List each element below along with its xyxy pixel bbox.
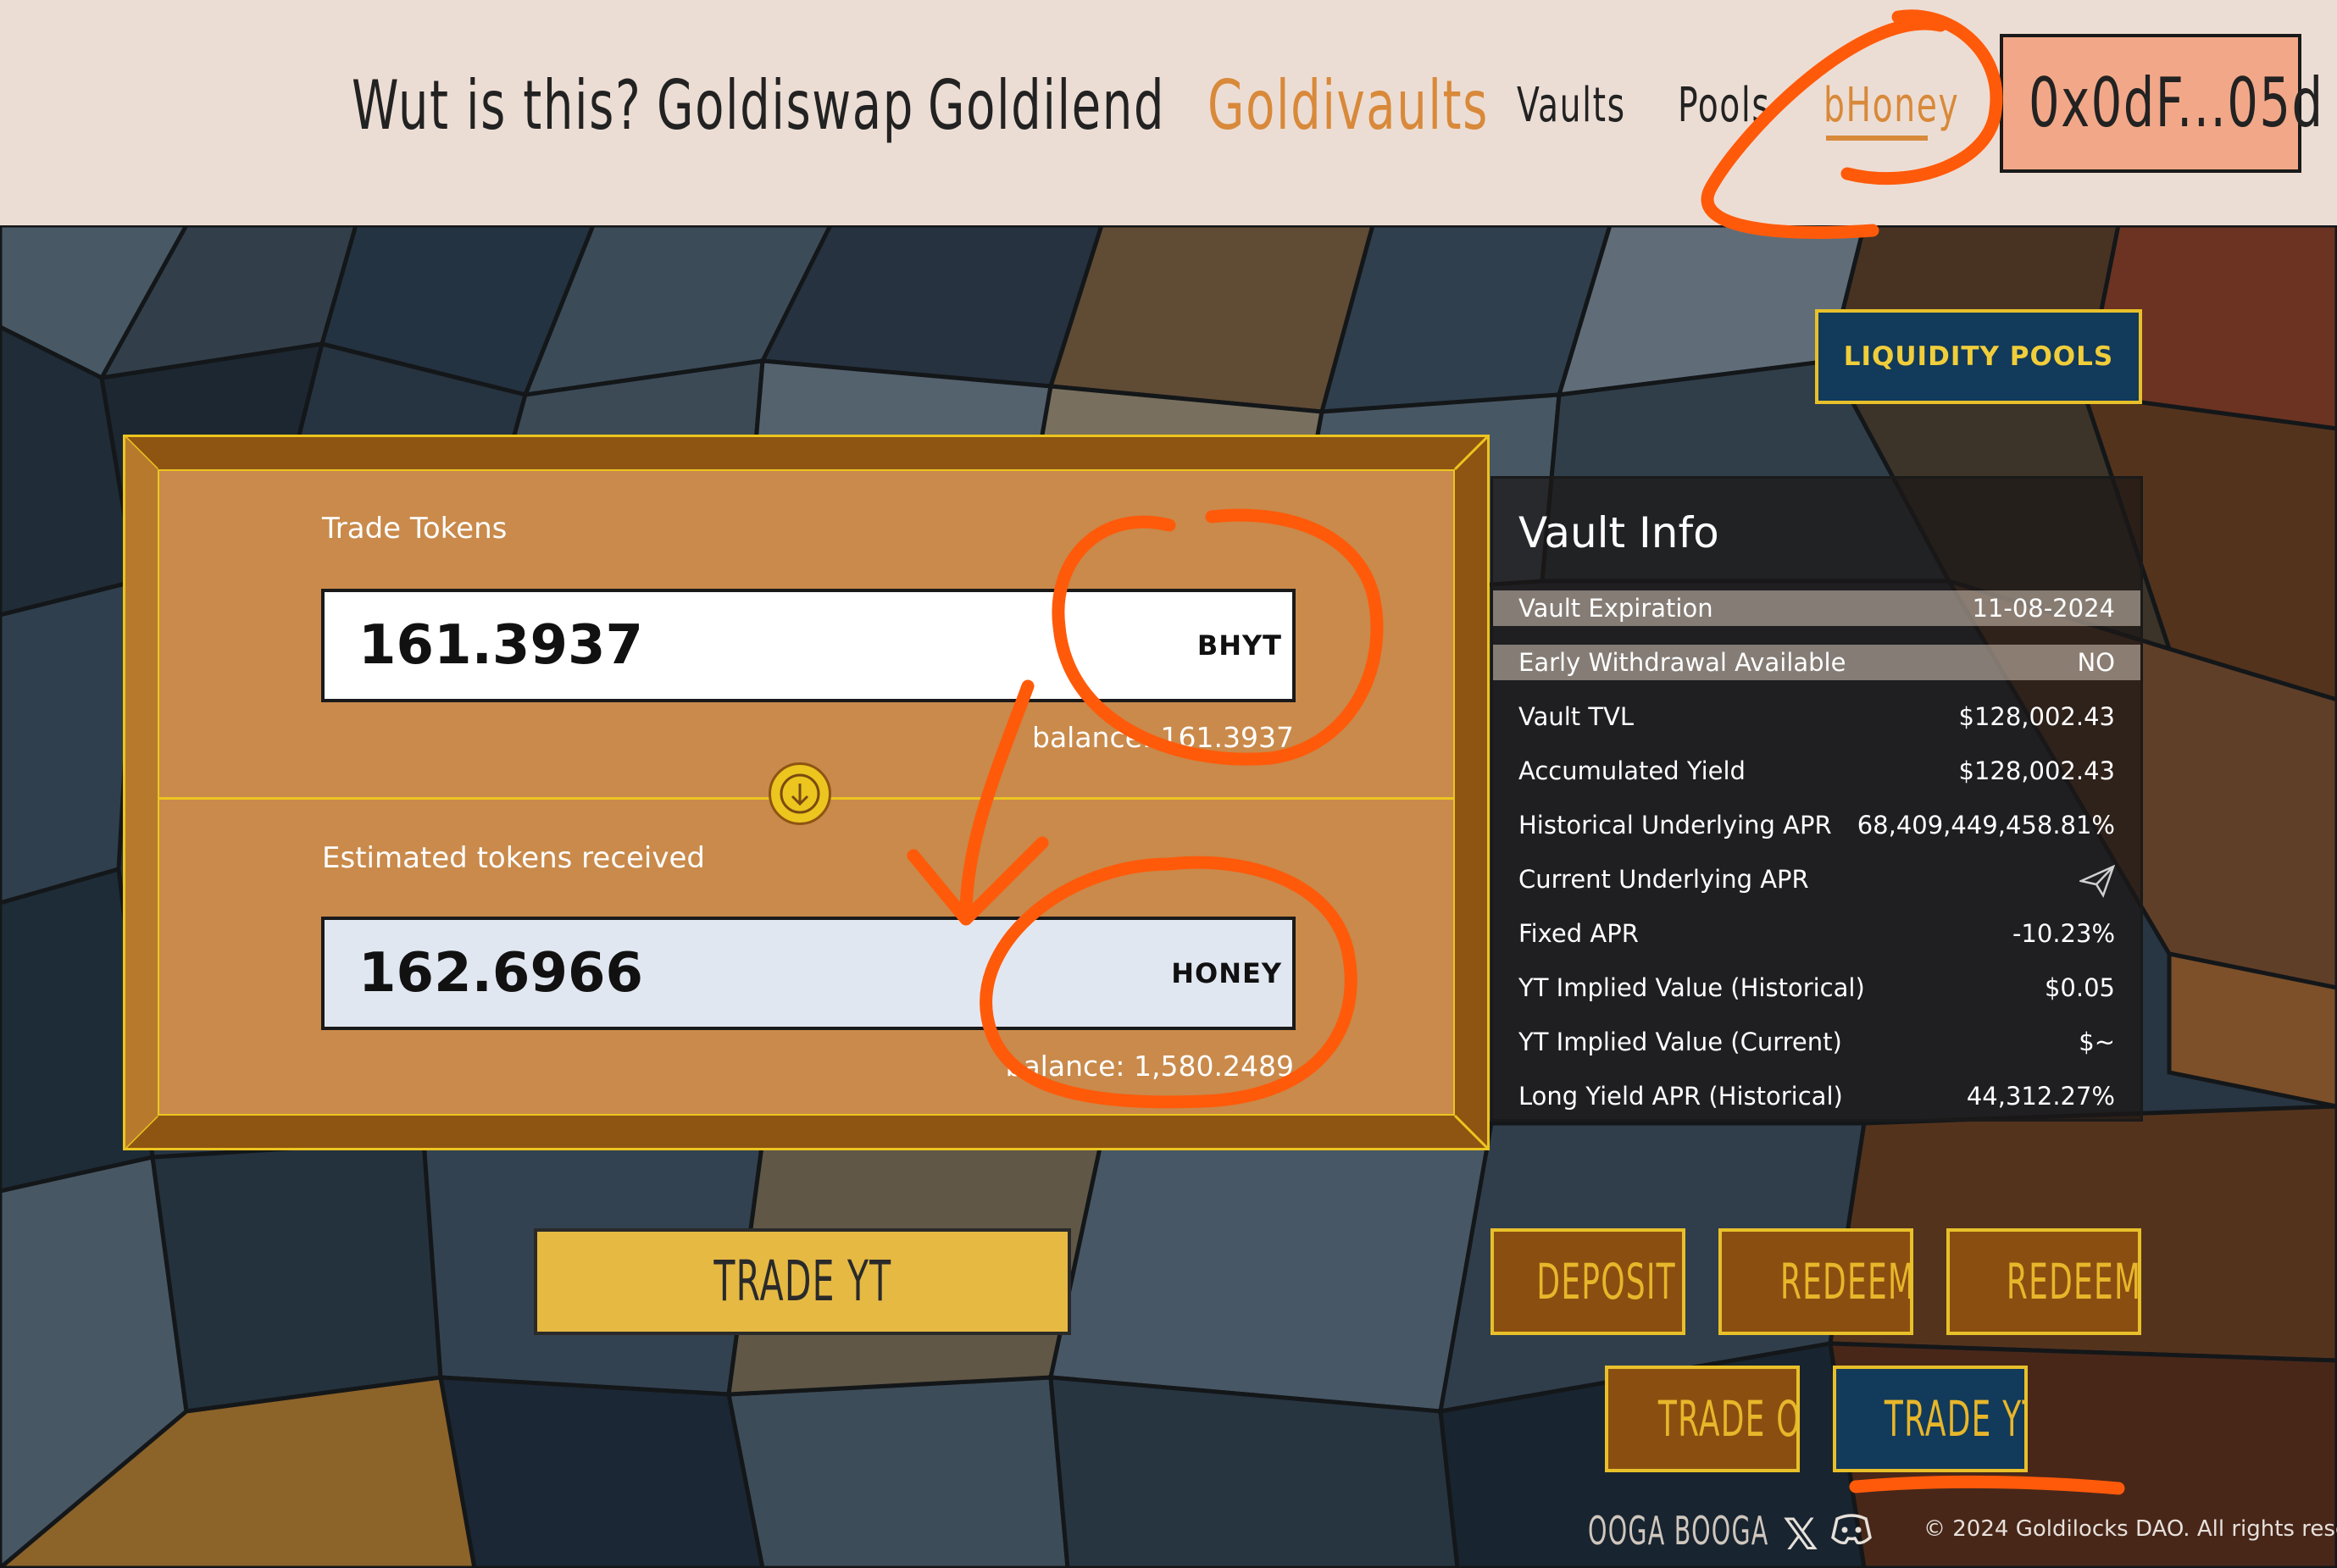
x-twitter-icon[interactable]: 𝕏 — [1783, 1510, 1818, 1560]
liquidity-pools-button[interactable]: LIQUIDITY POOLS — [1815, 309, 2142, 404]
deposit-button[interactable]: DEPOSIT — [1490, 1228, 1685, 1335]
nav-pools[interactable]: Pools — [1678, 51, 1770, 161]
paper-plane-icon — [2078, 862, 2116, 898]
to-token-symbol[interactable]: HONEY — [1171, 920, 1282, 1027]
trade-panel-inner: Trade Tokens 161.3937 BHYT balance: 161.… — [158, 469, 1455, 1116]
arrow-down-icon — [780, 773, 820, 814]
vault-info-row: Current Underlying APR — [1493, 862, 2140, 898]
vault-info-row: Historical Underlying APR 68,409,449,458.… — [1518, 811, 2115, 839]
trade-panel: Trade Tokens 161.3937 BHYT balance: 161.… — [123, 435, 1490, 1150]
vault-info-row: Accumulated Yield $128,002.43 — [1518, 756, 2115, 785]
to-balance: balance: 1,580.2489 — [1005, 1050, 1294, 1083]
vault-info-panel: Vault Info Vault Expiration 11-08-2024 Ea… — [1490, 476, 2143, 1122]
swap-direction-button[interactable] — [769, 762, 831, 825]
from-token-input[interactable]: 161.3937 BHYT — [321, 589, 1296, 702]
nav-goldiswap[interactable]: Goldiswap — [657, 51, 914, 161]
to-amount: 162.6966 — [358, 942, 644, 1005]
vault-info-row: Fixed APR -10.23% — [1518, 919, 2115, 948]
vault-info-row: Vault TVL $128,002.43 — [1518, 702, 2115, 731]
nav-goldilend[interactable]: Goldilend — [928, 51, 1165, 161]
trade-tokens-label: Trade Tokens — [322, 512, 508, 546]
redeem-yt-button[interactable]: REDEEM YT — [1946, 1228, 2141, 1335]
from-balance: balance: 161.3937 — [1032, 721, 1294, 754]
estimated-tokens-label: Estimated tokens received — [322, 841, 705, 875]
ooga-booga-link[interactable]: OOGA BOOGA — [1588, 1508, 1769, 1554]
nav-vaults[interactable]: Vaults — [1517, 51, 1626, 161]
wallet-button[interactable]: 0x0dF...05d — [2000, 34, 2323, 173]
nav-bhoney[interactable]: bHoney — [1824, 51, 1959, 161]
trade-yt-submit-button[interactable]: TRADE YT — [534, 1228, 1071, 1335]
to-token-output: 162.6966 HONEY — [321, 917, 1296, 1030]
vault-info-row: YT Implied Value (Current) $~ — [1518, 1028, 2115, 1056]
from-amount: 161.3937 — [358, 614, 644, 677]
active-tab-underline — [1826, 136, 1928, 141]
copyright-text: © 2024 Goldilocks DAO. All rights reserv… — [1923, 1516, 2337, 1542]
vault-info-row: YT Implied Value (Historical) $0.05 — [1518, 973, 2115, 1002]
wallet-address: 0x0dF...05d — [2029, 64, 2324, 142]
from-token-symbol[interactable]: BHYT — [1197, 592, 1282, 699]
trade-yt-tab-button[interactable]: TRADE YT — [1833, 1366, 2028, 1472]
top-navbar: Wut is this? Goldiswap Goldilend Goldiva… — [0, 0, 2337, 225]
nav-goldivaults[interactable]: Goldivaults — [1207, 51, 1489, 161]
vault-info-row: Early Withdrawal Available NO — [1493, 645, 2140, 680]
vault-info-row: Long Yield APR (Historical) 44,312.27% — [1518, 1082, 2115, 1111]
vault-info-title: Vault Info — [1518, 508, 1719, 557]
nav-wut-is-this[interactable]: Wut is this? — [352, 51, 641, 161]
trade-ot-button[interactable]: TRADE OT — [1605, 1366, 1800, 1472]
vault-info-row: Vault Expiration 11-08-2024 — [1493, 590, 2140, 626]
discord-icon[interactable] — [1830, 1512, 1873, 1546]
redeem-ot-button[interactable]: REDEEM OT — [1718, 1228, 1913, 1335]
